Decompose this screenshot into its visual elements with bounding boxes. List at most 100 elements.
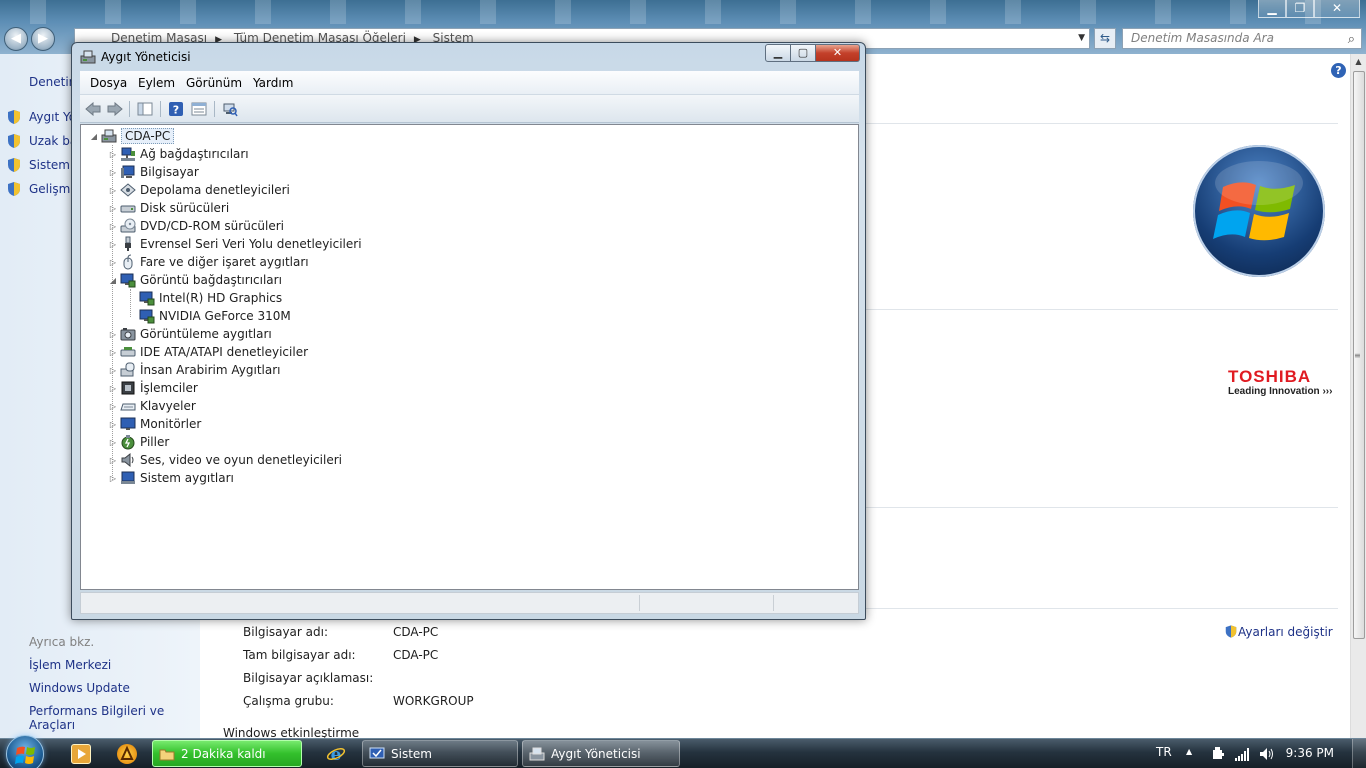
volume-icon[interactable] (1258, 746, 1274, 762)
tree-item-storage-controllers[interactable]: ▷ Depolama denetleyicileri (108, 181, 290, 199)
tree-item-sound-controllers[interactable]: ▷ Ses, video ve oyun denetleyicileri (108, 451, 342, 469)
tree-item-usb-controllers[interactable]: ▷ Evrensel Seri Veri Yolu denetleyiciler… (108, 235, 362, 253)
action-center-link[interactable]: İşlem Merkezi (29, 658, 111, 672)
collapsed-arrow-icon[interactable]: ▷ (108, 204, 118, 213)
show-hidden-icons-icon[interactable]: ▲ (1186, 747, 1192, 756)
performance-info-link[interactable]: Performans Bilgileri ve Araçları (29, 704, 200, 732)
scan-hardware-icon[interactable] (221, 100, 239, 118)
clock[interactable]: 9:36 PM (1286, 746, 1334, 760)
app-shortcut-icon[interactable] (117, 744, 137, 764)
device-manager-icon (529, 747, 545, 760)
sidebar-task-remote-settings[interactable]: Uzak ba (6, 133, 77, 149)
forward-button[interactable]: ▶ (31, 27, 55, 51)
status-bar (80, 592, 859, 614)
collapsed-arrow-icon[interactable]: ▷ (108, 456, 118, 465)
collapsed-arrow-icon[interactable]: ▷ (108, 348, 118, 357)
collapsed-arrow-icon[interactable]: ▷ (108, 240, 118, 249)
scroll-up-icon[interactable]: ▲ (1351, 54, 1366, 70)
tree-item-disk-drives[interactable]: ▷ Disk sürücüleri (108, 199, 229, 217)
collapsed-arrow-icon[interactable]: ▷ (108, 150, 118, 159)
show-desktop-button[interactable] (1352, 739, 1366, 768)
tree-item-system-devices[interactable]: ▷ Sistem aygıtları (108, 469, 234, 487)
tree-item-ide-controllers[interactable]: ▷ IDE ATA/ATAPI denetleyiciler (108, 343, 308, 361)
collapsed-arrow-icon[interactable]: ▷ (108, 402, 118, 411)
collapsed-arrow-icon[interactable]: ▷ (108, 384, 118, 393)
taskbar-button-system[interactable]: Sistem (362, 740, 518, 767)
collapsed-arrow-icon[interactable]: ▷ (108, 438, 118, 447)
tree-item-label: Fare ve diğer işaret aygıtları (140, 255, 309, 269)
maximize-button[interactable]: ❐ (1286, 0, 1314, 18)
tree-item-processors[interactable]: ▷ İşlemciler (108, 379, 198, 397)
change-settings-link[interactable]: Ayarları değiştir (1224, 624, 1333, 639)
collapsed-arrow-icon[interactable]: ▷ (108, 222, 118, 231)
menu-help[interactable]: Yardım (253, 76, 293, 90)
tree-item-intel-hd-graphics[interactable]: Intel(R) HD Graphics (139, 289, 282, 307)
tree-item-label: Depolama denetleyicileri (140, 183, 290, 197)
show-hide-tree-icon[interactable] (136, 100, 154, 118)
tree-item-network-adapters[interactable]: ▷ Ağ bağdaştırıcıları (108, 145, 249, 163)
help-icon[interactable]: ? (1331, 63, 1346, 78)
expanded-arrow-icon[interactable]: ◢ (108, 276, 118, 285)
collapsed-arrow-icon[interactable]: ▷ (108, 330, 118, 339)
tree-item-label: Ses, video ve oyun denetleyicileri (140, 453, 343, 467)
menu-view[interactable]: Görünüm (186, 76, 242, 90)
toolbar-separator (129, 101, 130, 117)
expanded-arrow-icon[interactable]: ◢ (89, 132, 99, 141)
minimize-button[interactable]: ▁ (1258, 0, 1286, 18)
mouse-icon (123, 254, 133, 270)
collapsed-arrow-icon[interactable]: ▷ (108, 366, 118, 375)
tree-item-batteries[interactable]: ▷ Piller (108, 433, 169, 451)
menu-action[interactable]: Eylem (138, 76, 175, 90)
maximize-button[interactable]: ▢ (791, 44, 816, 62)
tree-item-dvd-drives[interactable]: ▷ DVD/CD-ROM sürücüleri (108, 217, 284, 235)
back-button[interactable]: ◀ (4, 27, 28, 51)
sidebar-task-system-protection[interactable]: Sistem k (6, 157, 81, 173)
sound-icon (121, 452, 134, 468)
language-indicator[interactable]: TR (1156, 745, 1172, 759)
display-adapter-icon (139, 309, 155, 324)
windows-update-link[interactable]: Windows Update (29, 681, 130, 695)
internet-explorer-icon[interactable]: e (326, 744, 346, 765)
help-icon[interactable]: ? (167, 100, 185, 118)
collapsed-arrow-icon[interactable]: ▷ (108, 258, 118, 267)
tree-item-monitors[interactable]: ▷ Monitörler (108, 415, 201, 433)
collapsed-arrow-icon[interactable]: ▷ (108, 186, 118, 195)
taskbar-button-progress[interactable]: 2 Dakika kaldı (152, 740, 302, 767)
network-signal-icon[interactable] (1234, 746, 1250, 762)
chevron-down-icon[interactable]: ▼ (1078, 29, 1085, 48)
tree-item-nvidia-geforce[interactable]: NVIDIA GeForce 310M (139, 307, 291, 325)
sidebar-task-advanced-settings[interactable]: Gelişmiş (6, 181, 80, 197)
collapsed-arrow-icon[interactable]: ▷ (108, 420, 118, 429)
properties-icon[interactable] (190, 100, 208, 118)
collapsed-arrow-icon[interactable]: ▷ (108, 474, 118, 483)
shield-icon (8, 158, 20, 172)
sidebar-task-device-manager[interactable]: Aygıt Yö (6, 109, 76, 125)
tree-root[interactable]: ◢ CDA-PC (89, 127, 175, 145)
toolbar-separator (214, 101, 215, 117)
device-tree[interactable]: ◢ CDA-PC ▷ Ağ bağdaştırıcıları ▷ Bilgisa… (80, 124, 859, 590)
media-player-icon[interactable] (71, 744, 91, 764)
usb-icon (125, 236, 131, 251)
close-button[interactable]: ✕ (1314, 0, 1360, 18)
tree-item-display-adapters[interactable]: ◢ Görüntü bağdaştırıcıları (108, 271, 282, 289)
tree-item-computer[interactable]: ▷ Bilgisayar (108, 163, 199, 181)
minimize-button[interactable]: ▁ (765, 44, 791, 62)
tree-item-keyboards[interactable]: ▷ Klavyeler (108, 397, 196, 415)
search-icon[interactable]: ⌕ (1348, 30, 1355, 49)
tree-item-mice[interactable]: ▷ Fare ve diğer işaret aygıtları (108, 253, 309, 271)
tree-item-imaging-devices[interactable]: ▷ Görüntüleme aygıtları (108, 325, 272, 343)
vertical-scrollbar[interactable]: ▲ ≡ (1350, 54, 1366, 738)
taskbar-button-device-manager[interactable]: Aygıt Yöneticisi (522, 740, 680, 767)
divider (865, 507, 1338, 508)
close-button[interactable]: ✕ (816, 44, 860, 62)
back-arrow-icon[interactable] (84, 100, 102, 118)
tree-item-label: NVIDIA GeForce 310M (159, 309, 291, 323)
tree-item-human-interface-devices[interactable]: ▷ İnsan Arabirim Aygıtları (108, 361, 281, 379)
collapsed-arrow-icon[interactable]: ▷ (108, 168, 118, 177)
search-input[interactable]: Denetim Masasında Ara ⌕ (1122, 28, 1362, 49)
menu-file[interactable]: Dosya (90, 76, 127, 90)
start-button[interactable] (6, 735, 44, 768)
battery-power-icon[interactable] (1210, 746, 1226, 762)
forward-arrow-icon[interactable] (106, 100, 124, 118)
refresh-button[interactable]: ⇆ (1094, 28, 1116, 49)
